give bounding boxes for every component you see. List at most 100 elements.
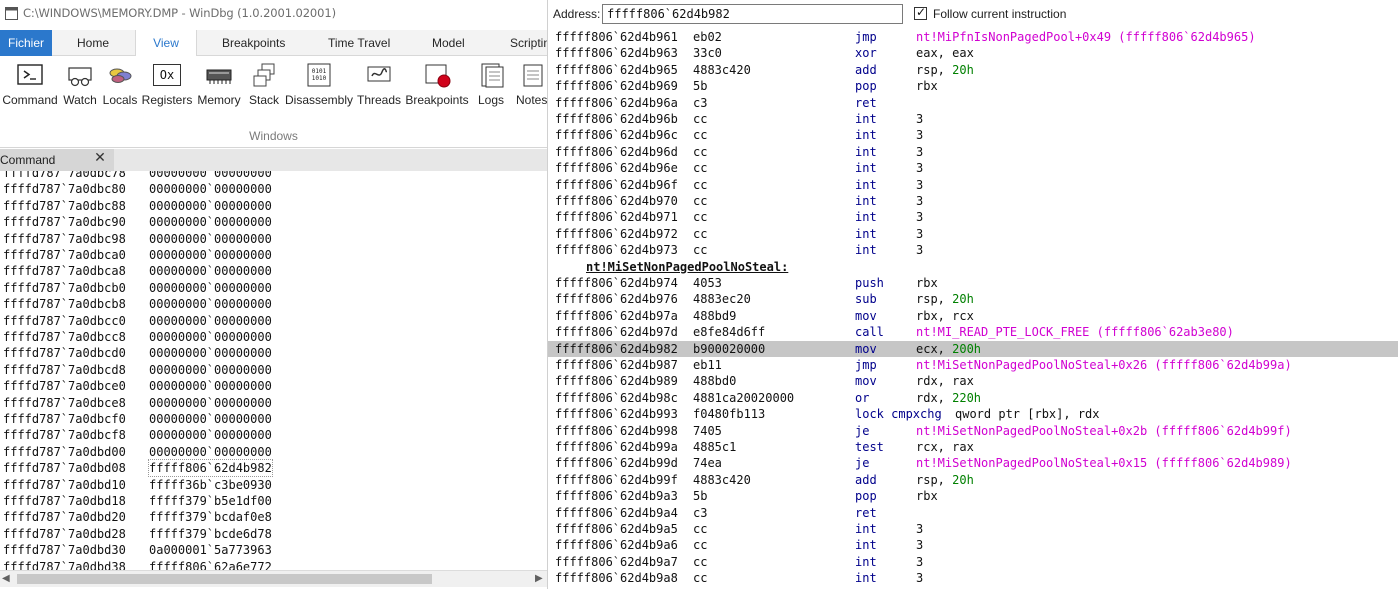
function-label-row[interactable]: nt!MiSetNonPagedPoolNoSteal: [548,259,1398,275]
instruction-row[interactable]: fffff806`62d4b96c cc int 3 [548,127,1398,143]
instruction-row[interactable]: fffff806`62d4b987 eb11 jmp nt!MiSetNonPaged… [548,357,1398,373]
close-icon[interactable]: ✕ [93,150,107,166]
disassembly-button[interactable]: 0101 1010 Disassembly [285,60,353,112]
disassembly-listing[interactable]: fffff806`62d4b961 eb02 jmp nt!MiPfnIsNonPag… [548,28,1398,589]
symbol-link[interactable]: nt!MI_READ_PTE_LOCK_FREE (fffff806`62ab3… [916,325,1234,339]
instruction-row[interactable]: fffff806`62d4b973 cc int 3 [548,242,1398,258]
memory-value[interactable]: 00000000`00000000 [149,171,272,181]
tab-breakpoints[interactable]: Breakpoints [222,30,285,56]
instruction-operands: 3 [916,570,923,586]
instruction-row[interactable]: fffff806`62d4b965 4883c420 add rsp, 20h [548,62,1398,78]
memory-value[interactable]: 00000000`00000000 [149,214,272,230]
memory-value[interactable]: 00000000`00000000 [149,444,272,460]
symbol-link[interactable]: nt!MiSetNonPagedPoolNoSteal+0x2b (fffff8… [916,424,1292,438]
address-input[interactable] [602,4,903,24]
instruction-row[interactable]: fffff806`62d4b998 7405 je nt!MiSetNonPagedP… [548,423,1398,439]
instruction-row[interactable]: fffff806`62d4b97d e8fe84d6ff call nt!MI_REA… [548,324,1398,340]
command-button[interactable]: Command [2,60,58,112]
scroll-left-arrow-icon[interactable]: ◀ [2,573,10,584]
instruction-row[interactable]: fffff806`62d4b9a3 5b pop rbx [548,488,1398,504]
instruction-row[interactable]: fffff806`62d4b9a6 cc int 3 [548,537,1398,553]
instruction-row[interactable]: fffff806`62d4b96f cc int 3 [548,177,1398,193]
memory-value[interactable]: fffff379`bcde6d78 [149,526,272,542]
memory-value[interactable]: 00000000`00000000 [149,181,272,197]
instruction-row[interactable]: fffff806`62d4b9a8 cc int 3 [548,570,1398,586]
instruction-operands: 3 [916,193,923,209]
command-output[interactable]: ffffd787`7a0dbc78 00000000`00000000 ffffd7… [0,171,547,570]
memory-value[interactable]: 00000000`00000000 [149,427,272,443]
memory-value[interactable]: 00000000`00000000 [149,296,272,312]
instruction-row[interactable]: fffff806`62d4b99f 4883c420 add rsp, 20h [548,472,1398,488]
instruction-address: fffff806`62d4b97d [555,325,678,340]
stack-button[interactable]: Stack [246,60,282,112]
symbol-link[interactable]: nt!MiSetNonPagedPoolNoSteal+0x15 (fffff8… [916,456,1292,470]
instruction-row[interactable]: fffff806`62d4b97a 488bd9 mov rbx, rcx [548,308,1398,324]
instruction-row[interactable]: fffff806`62d4b96a c3 ret [548,95,1398,111]
instruction-row[interactable]: fffff806`62d4b9a4 c3 ret [548,505,1398,521]
threads-button[interactable]: Threads [356,60,402,112]
memory-value-selected[interactable]: fffff806`62d4b982 [148,459,273,478]
instruction-row[interactable]: fffff806`62d4b969 5b pop rbx [548,78,1398,94]
memory-value[interactable]: 00000000`00000000 [149,362,272,378]
current-instruction-row[interactable]: fffff806`62d4b982 b900020000 mov ecx, 200h [548,340,1398,357]
instruction-row[interactable]: fffff806`62d4b96b cc int 3 [548,111,1398,127]
tab-home[interactable]: Home [77,30,109,56]
command-pane-tab[interactable]: Command ✕ [0,149,114,171]
instruction-row[interactable]: fffff806`62d4b993 f0480fb113 lock cmpxchg q… [548,406,1398,422]
memory-value[interactable]: 0a000001`5a773963 [149,542,272,558]
memory-value[interactable]: fffff379`b5e1df00 [149,493,272,509]
instruction-operands: 3 [916,209,923,225]
instruction-row[interactable]: fffff806`62d4b9a7 cc int 3 [548,554,1398,570]
instruction-row[interactable]: fffff806`62d4b961 eb02 jmp nt!MiPfnIsNonPag… [548,29,1398,45]
memory-value[interactable]: 00000000`00000000 [149,263,272,279]
instruction-operands: rsp, 20h [916,291,974,307]
memory-address: ffffd787`7a0dbcf0 [3,412,126,426]
tab-model[interactable]: Model [432,30,465,56]
disassembly-window: Address: ✓ Follow current instruction ff… [547,0,1398,589]
scroll-right-arrow-icon[interactable]: ▶ [535,573,543,584]
memory-value[interactable]: 00000000`00000000 [149,280,272,296]
memory-button[interactable]: Memory [195,60,243,112]
memory-value[interactable]: fffff36b`c3be0930 [149,477,272,493]
symbol-link[interactable]: nt!MiSetNonPagedPoolNoSteal+0x26 (fffff8… [916,358,1292,372]
instruction-row[interactable]: fffff806`62d4b970 cc int 3 [548,193,1398,209]
scrollbar-thumb[interactable] [17,574,432,584]
memory-value[interactable]: 00000000`00000000 [149,247,272,263]
memory-row: ffffd787`7a0dbd00 00000000`00000000 [3,444,272,460]
instruction-row[interactable]: fffff806`62d4b99a 4885c1 test rcx, rax [548,439,1398,455]
instruction-row[interactable]: fffff806`62d4b96e cc int 3 [548,160,1398,176]
logs-button[interactable]: Logs [474,60,508,112]
memory-value[interactable]: fffff379`bcdaf0e8 [149,509,272,525]
tab-time-travel[interactable]: Time Travel [328,30,390,56]
notes-button[interactable]: Notes [512,60,547,112]
tab-fichier[interactable]: Fichier [0,30,52,56]
memory-value[interactable]: 00000000`00000000 [149,411,272,427]
symbol-link[interactable]: nt!MiPfnIsNonPagedPool+0x49 (fffff806`62… [916,30,1256,44]
instruction-row[interactable]: fffff806`62d4b963 33c0 xor eax, eax [548,45,1398,61]
tab-scripting[interactable]: Scriptin [510,30,547,56]
instruction-row[interactable]: fffff806`62d4b972 cc int 3 [548,226,1398,242]
memory-value[interactable]: 00000000`00000000 [149,329,272,345]
instruction-row[interactable]: fffff806`62d4b974 4053 push rbx [548,275,1398,291]
instruction-row[interactable]: fffff806`62d4b9a5 cc int 3 [548,521,1398,537]
instruction-row[interactable]: fffff806`62d4b976 4883ec20 sub rsp, 20h [548,291,1398,307]
breakpoints-button[interactable]: Breakpoints [404,60,470,112]
memory-value[interactable]: 00000000`00000000 [149,395,272,411]
memory-value[interactable]: 00000000`00000000 [149,231,272,247]
horizontal-scrollbar[interactable]: ◀ ▶ [0,570,547,587]
memory-value[interactable]: 00000000`00000000 [149,198,272,214]
locals-button[interactable]: Locals [101,60,139,112]
instruction-row[interactable]: fffff806`62d4b971 cc int 3 [548,209,1398,225]
memory-value[interactable]: 00000000`00000000 [149,313,272,329]
instruction-row[interactable]: fffff806`62d4b98c 4881ca20020000 or rdx, 22… [548,390,1398,406]
watch-button[interactable]: Watch [60,60,100,112]
instruction-row[interactable]: fffff806`62d4b99d 74ea je nt!MiSetNonPagedP… [548,455,1398,471]
follow-instruction-checkbox[interactable]: ✓ [914,5,927,20]
memory-value[interactable]: fffff806`62a6e772 [149,559,272,570]
memory-value[interactable]: 00000000`00000000 [149,378,272,394]
instruction-row[interactable]: fffff806`62d4b96d cc int 3 [548,144,1398,160]
tab-view[interactable]: View [135,30,197,57]
instruction-row[interactable]: fffff806`62d4b989 488bd0 mov rdx, rax [548,373,1398,389]
memory-value[interactable]: 00000000`00000000 [149,345,272,361]
registers-button[interactable]: Ox Registers [141,60,193,112]
